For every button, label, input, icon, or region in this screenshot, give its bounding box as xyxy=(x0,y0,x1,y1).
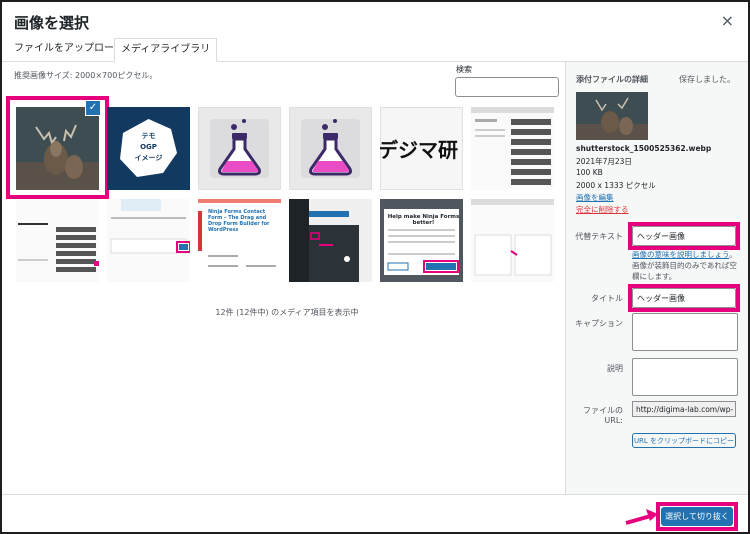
alt-text-label: 代替テキスト xyxy=(575,232,623,241)
modal-title: 画像を選択 xyxy=(14,14,90,32)
tab-bar: ファイルをアップロード メディアライブラリ xyxy=(2,38,748,62)
attachment-details-panel: 添付ファイルの詳細 保存しました。 shutterstock_150052536… xyxy=(565,62,748,494)
close-icon[interactable]: × xyxy=(721,11,734,30)
description-label: 説明 xyxy=(607,364,623,373)
media-item-dark-menu[interactable] xyxy=(289,199,372,282)
digima-logo-text: デジマ研 xyxy=(380,138,458,162)
media-item-help-ninja[interactable]: Help make Ninja Forms better! xyxy=(380,199,463,282)
file-url-label: ファイルの URL: xyxy=(583,406,623,425)
media-item-screenshot-2[interactable] xyxy=(471,199,554,282)
ogp-text: テモ OGP イメージ xyxy=(134,132,163,162)
media-item-ninja-forms[interactable]: Ninja Forms Contact Form – The Drag and … xyxy=(198,199,281,282)
search-label: 検索 xyxy=(456,65,472,74)
media-count-text: 12件 (12件中) のメディア項目を表示中 xyxy=(215,308,359,317)
upload-date: 2021年7月23日 xyxy=(576,157,632,166)
media-item-ogp[interactable]: テモ OGP イメージ xyxy=(107,107,190,190)
edit-image-link[interactable]: 画像を編集 xyxy=(576,192,614,203)
details-thumbnail xyxy=(576,92,648,140)
screenshot-image xyxy=(471,107,554,190)
media-item-screenshot-1[interactable] xyxy=(471,107,554,190)
highlight-title xyxy=(628,284,740,312)
search-input[interactable] xyxy=(455,77,559,97)
arrow-pointer-icon xyxy=(625,509,658,525)
deer-photo-image xyxy=(576,92,648,140)
description-field[interactable] xyxy=(632,358,738,396)
file-size: 100 KB xyxy=(576,168,603,177)
saved-status: 保存しました。 xyxy=(679,75,735,84)
screenshot-image xyxy=(471,199,554,282)
alt-text-help-link[interactable]: 画像の意味を説明しましょう xyxy=(632,250,729,259)
ninja-forms-title: Ninja Forms Contact Form – The Drag and … xyxy=(208,209,270,233)
select-and-crop-button[interactable]: 選択して切り抜く xyxy=(661,507,733,526)
copy-url-button[interactable]: URL をクリップボードにコピー xyxy=(632,433,736,448)
media-item-screenshot-menu[interactable] xyxy=(16,199,99,282)
media-modal: 画像を選択 × ファイルをアップロード メディアライブラリ 推奨画像サイズ: 2… xyxy=(2,2,748,532)
screenshot-image xyxy=(107,199,190,282)
media-item-flask-1[interactable] xyxy=(198,107,281,190)
highlight-alt-text xyxy=(628,222,740,250)
caption-field[interactable] xyxy=(632,313,738,351)
details-heading: 添付ファイルの詳細 xyxy=(576,75,648,84)
delete-permanently-link[interactable]: 完全に削除する xyxy=(576,204,629,215)
file-url-field[interactable]: http://digima-lab.com/wp- xyxy=(632,401,736,417)
tab-upload[interactable]: ファイルをアップロード xyxy=(8,38,130,60)
media-item-flask-2[interactable] xyxy=(289,107,372,190)
tab-media-library[interactable]: メディアライブラリ xyxy=(114,38,218,62)
caption-label: キャプション xyxy=(575,319,623,328)
flask-icon xyxy=(210,119,269,178)
title-label: タイトル xyxy=(591,294,623,303)
media-item-screenshot-settings[interactable] xyxy=(107,199,190,282)
filename: shutterstock_1500525362.webp xyxy=(576,144,712,153)
screenshot-image xyxy=(16,199,99,282)
screenshot-image xyxy=(289,199,372,282)
alt-text-help: 画像の意味を説明しましょう。画像が装飾目的のみであれば空欄にします。 xyxy=(632,249,744,282)
checkmark-icon[interactable]: ✓ xyxy=(86,101,100,115)
screenshot-image xyxy=(380,199,463,282)
recommended-size-text: 推奨画像サイズ: 2000×700ピクセル。 xyxy=(14,71,158,80)
flask-icon xyxy=(301,119,360,178)
help-ninja-title: Help make Ninja Forms better! xyxy=(387,214,460,226)
modal-footer: 選択して切り抜く xyxy=(2,494,748,532)
image-dimensions: 2000 x 1333 ピクセル xyxy=(576,181,656,190)
media-item-digima-logo[interactable]: デジマ研 xyxy=(380,107,463,190)
